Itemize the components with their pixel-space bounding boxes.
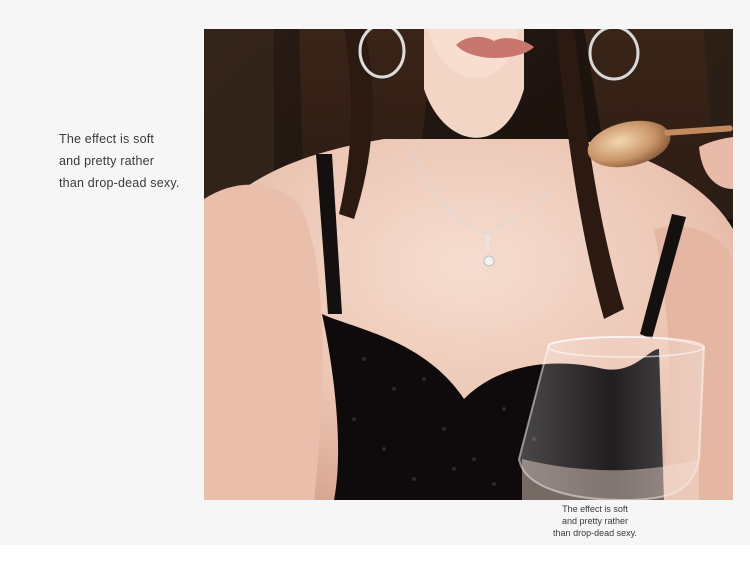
bottom-strip <box>0 545 750 585</box>
photo-caption: The effect is soft and pretty rather tha… <box>540 503 650 539</box>
description-line: The effect is soft <box>59 132 155 146</box>
necklace-model-photo-icon <box>204 29 733 500</box>
caption-line: than drop-dead sexy. <box>553 528 637 538</box>
caption-line: The effect is soft <box>562 504 628 514</box>
description-line: and pretty rather <box>59 154 155 168</box>
description-copy: The effect is soft and pretty rather tha… <box>59 128 199 194</box>
description-line: than drop-dead sexy. <box>59 176 180 190</box>
product-photo <box>204 29 733 500</box>
caption-line: and pretty rather <box>561 516 629 526</box>
